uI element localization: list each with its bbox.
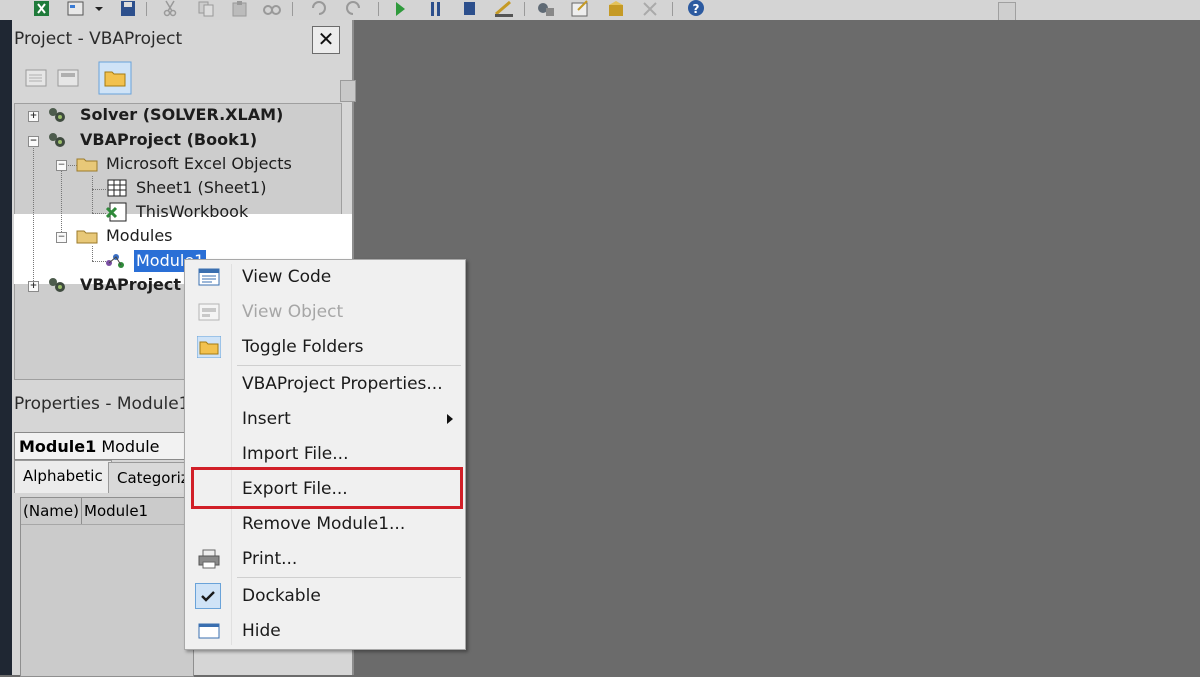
menu-item-label: Hide <box>242 621 281 641</box>
redo-icon[interactable] <box>344 0 364 17</box>
project-explorer-title: Project - VBAProject <box>14 29 183 49</box>
toolbox-icon[interactable] <box>640 0 660 17</box>
menu-item-label: Import File... <box>242 444 349 464</box>
cut-icon[interactable] <box>160 0 180 17</box>
object-browser-icon[interactable] <box>606 0 626 17</box>
toolbar-overflow-grip[interactable] <box>340 80 356 102</box>
menu-item-label: Insert <box>242 409 291 429</box>
menu-item-remove-module1[interactable]: Remove Module1... <box>185 507 465 541</box>
expand-icon[interactable]: + <box>28 111 39 122</box>
collapse-icon[interactable]: − <box>56 232 67 243</box>
properties-icon[interactable] <box>570 0 590 17</box>
collapse-icon[interactable]: − <box>56 160 67 171</box>
folder-icon <box>76 158 98 172</box>
project-explorer-icon[interactable] <box>536 0 556 17</box>
copy-icon[interactable] <box>196 0 216 17</box>
properties-title: Properties - Module1 <box>14 394 190 414</box>
view-object-icon <box>198 303 220 321</box>
break-icon[interactable] <box>426 0 446 17</box>
menu-item-hide[interactable]: Hide <box>185 614 465 648</box>
project-explorer-toolbar <box>14 60 356 102</box>
toolbar-overflow-grip[interactable] <box>998 2 1016 22</box>
paste-icon[interactable] <box>230 0 250 17</box>
insert-userform-icon[interactable] <box>66 0 86 17</box>
vba-project-icon <box>49 278 65 292</box>
tree-item-label: VBAProject ( <box>80 275 194 294</box>
submenu-arrow-icon <box>447 414 453 424</box>
menu-item-label: Remove Module1... <box>242 514 406 534</box>
tree-item-label: Solver (SOLVER.XLAM) <box>80 105 284 124</box>
menu-item-view-code[interactable]: View Code <box>185 260 465 294</box>
object-selector-combo[interactable]: Module1 Module <box>14 432 192 460</box>
menu-item-label: VBAProject Properties... <box>242 374 443 394</box>
close-icon[interactable]: ✕ <box>312 26 340 54</box>
menu-item-label: Print... <box>242 549 298 569</box>
view-code-icon[interactable] <box>22 64 50 92</box>
vba-project-icon <box>49 108 65 122</box>
undo-icon[interactable] <box>308 0 328 17</box>
tab-alphabetic[interactable]: Alphabetic <box>14 460 112 493</box>
help-icon[interactable]: ? <box>684 0 708 17</box>
object-name: Module1 <box>19 437 97 456</box>
collapse-icon[interactable]: − <box>28 136 39 147</box>
property-row[interactable]: (Name) Module1 <box>21 498 193 525</box>
window-icon <box>198 623 220 639</box>
menu-item-label: Toggle Folders <box>242 337 364 357</box>
property-value[interactable]: Module1 <box>84 498 184 524</box>
tree-item-label: Microsoft Excel Objects <box>106 154 292 173</box>
view-code-icon <box>198 268 220 286</box>
menu-item-view-object: View Object <box>185 295 465 329</box>
standard-toolbar: ? <box>0 0 1200 22</box>
folder-icon <box>197 336 221 358</box>
design-mode-icon[interactable] <box>494 0 514 17</box>
export-file-highlight <box>191 467 463 509</box>
properties-tabs: Alphabetic Categoriz <box>14 460 198 494</box>
property-name: (Name) <box>23 498 82 524</box>
object-type: Module <box>101 437 160 456</box>
properties-grid: (Name) Module1 <box>20 497 194 677</box>
svg-text:?: ? <box>693 2 700 16</box>
menu-item-insert[interactable]: Insert <box>185 402 465 436</box>
menu-item-import-file[interactable]: Import File... <box>185 437 465 471</box>
tree-item-label: Modules <box>106 226 173 245</box>
tree-item-label: ThisWorkbook <box>136 202 249 221</box>
vba-project-icon <box>49 133 65 147</box>
sheet-icon <box>107 179 127 197</box>
menu-item-toggle-folders[interactable]: Toggle Folders <box>185 330 465 364</box>
excel-icon[interactable] <box>32 0 52 17</box>
folder-icon <box>76 230 98 244</box>
save-icon[interactable] <box>118 0 138 17</box>
view-object-icon[interactable] <box>54 64 82 92</box>
dropdown-arrow-icon[interactable] <box>92 0 106 17</box>
run-icon[interactable] <box>390 0 410 17</box>
menu-item-label: Dockable <box>242 586 321 606</box>
tree-item-label: VBAProject (Book1) <box>80 130 258 149</box>
menu-item-print[interactable]: Print... <box>185 542 465 576</box>
find-icon[interactable] <box>262 0 282 17</box>
context-menu: View Code View Object Toggle Folders VBA… <box>184 259 466 650</box>
checkmark-icon <box>195 583 221 609</box>
reset-icon[interactable] <box>460 0 480 17</box>
menu-item-label: View Object <box>242 302 344 322</box>
module-icon <box>106 254 124 268</box>
menu-item-dockable[interactable]: Dockable <box>185 579 465 613</box>
code-window-area[interactable] <box>352 20 1200 675</box>
menu-item-label: View Code <box>242 267 332 287</box>
workbook-icon <box>106 202 127 222</box>
expand-icon[interactable]: + <box>28 281 39 292</box>
toggle-folders-icon[interactable] <box>98 61 132 95</box>
menu-item-vbaproject-properties[interactable]: VBAProject Properties... <box>185 367 465 401</box>
printer-icon <box>198 549 220 569</box>
window-border <box>0 20 12 675</box>
tree-item-label: Sheet1 (Sheet1) <box>136 178 267 197</box>
